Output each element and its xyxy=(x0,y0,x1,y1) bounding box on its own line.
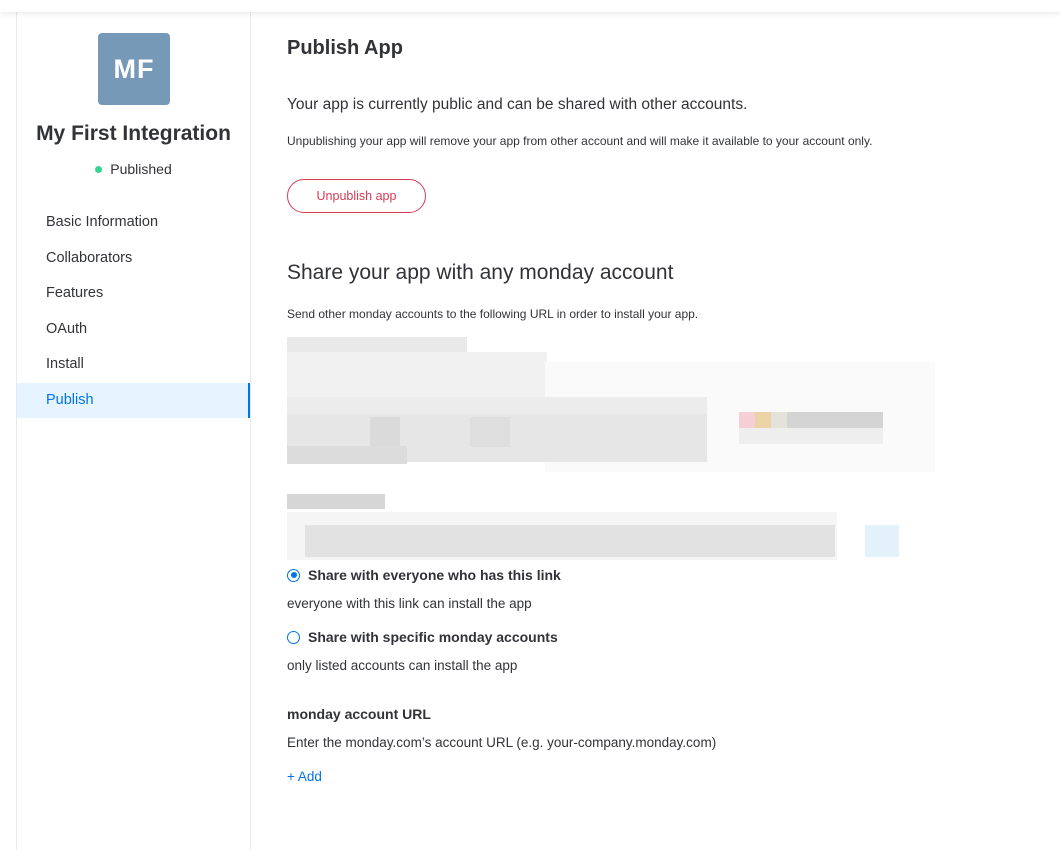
top-bar xyxy=(0,0,1060,12)
blurred-block xyxy=(287,494,385,509)
public-notice: Your app is currently public and can be … xyxy=(287,96,748,113)
share-description: Send other monday accounts to the follow… xyxy=(287,307,699,321)
unpublish-button[interactable]: Unpublish app xyxy=(287,179,426,213)
sidebar-item-basic-information[interactable]: Basic Information xyxy=(17,205,250,241)
blurred-block xyxy=(287,337,467,353)
blurred-block xyxy=(287,446,407,464)
blurred-block xyxy=(305,525,835,557)
blurred-block xyxy=(739,428,883,444)
add-account-link[interactable]: + Add xyxy=(287,769,322,784)
blurred-block xyxy=(739,412,756,428)
main-content: Publish App Your app is currently public… xyxy=(287,12,1047,850)
sidebar-item-features[interactable]: Features xyxy=(17,276,250,312)
blurred-block xyxy=(771,412,787,428)
account-url-label: monday account URL xyxy=(287,706,431,722)
blurred-block xyxy=(470,417,510,447)
share-option-everyone-desc: everyone with this link can install the … xyxy=(287,596,532,611)
sidebar-item-install[interactable]: Install xyxy=(17,347,250,383)
app-avatar: MF xyxy=(98,33,170,105)
app-status: Published xyxy=(17,161,250,177)
share-option-specific-desc: only listed accounts can install the app xyxy=(287,658,518,673)
blurred-share-url-area xyxy=(275,332,935,572)
share-heading: Share your app with any monday account xyxy=(287,261,674,284)
sidebar-item-publish[interactable]: Publish xyxy=(17,382,250,418)
status-label: Published xyxy=(110,161,172,177)
share-option-specific-label[interactable]: Share with specific monday accounts xyxy=(308,629,558,645)
blurred-block xyxy=(865,525,899,557)
blurred-block xyxy=(787,412,883,428)
page-title: Publish App xyxy=(287,37,403,59)
unpublish-note: Unpublishing your app will remove your a… xyxy=(287,134,873,148)
blurred-block xyxy=(287,352,547,398)
radio-unchecked-icon[interactable] xyxy=(287,630,300,644)
radio-checked-icon[interactable] xyxy=(287,568,300,582)
app-name: My First Integration xyxy=(36,122,231,145)
blurred-block xyxy=(370,417,400,447)
sidebar-item-collaborators[interactable]: Collaborators xyxy=(17,241,250,277)
account-url-description: Enter the monday.com’s account URL (e.g.… xyxy=(287,735,717,750)
blurred-block xyxy=(755,412,771,428)
sidebar-item-oauth[interactable]: OAuth xyxy=(17,312,250,348)
share-option-everyone-label[interactable]: Share with everyone who has this link xyxy=(308,567,561,583)
sidebar: MF My First Integration Published Basic … xyxy=(16,12,251,850)
share-option-specific[interactable]: Share with specific monday accounts xyxy=(287,629,558,645)
sidebar-nav: Basic Information Collaborators Features… xyxy=(17,205,250,418)
share-option-everyone[interactable]: Share with everyone who has this link xyxy=(287,567,561,583)
status-dot-icon xyxy=(95,165,103,173)
